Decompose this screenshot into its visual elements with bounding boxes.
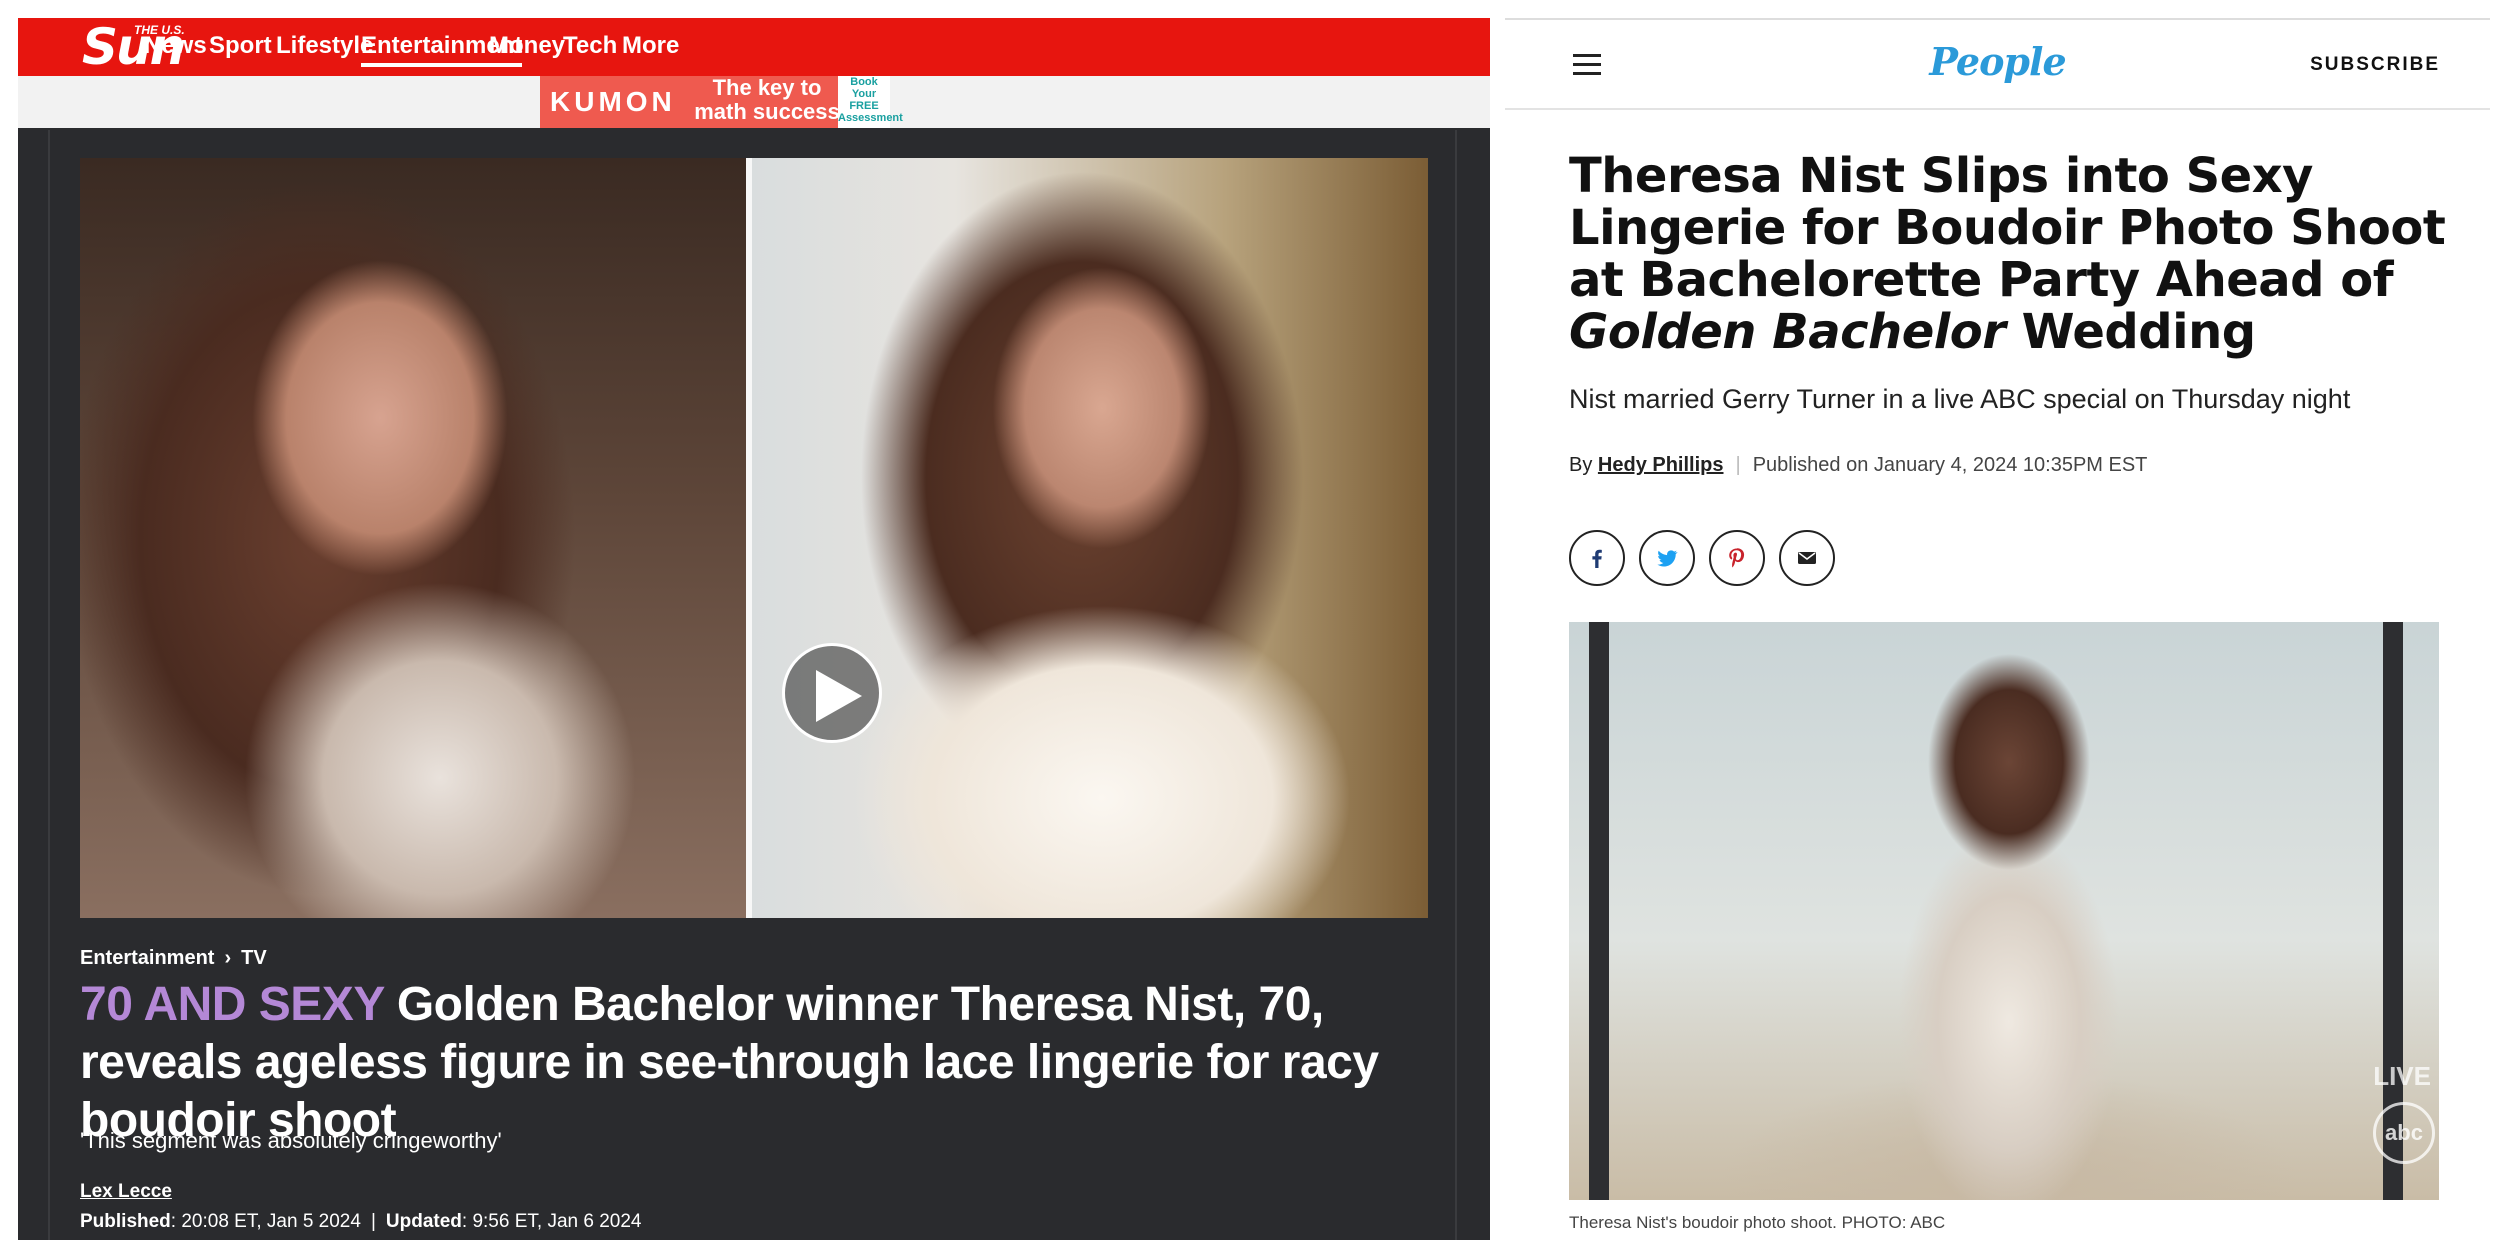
photo-frame-left — [1589, 622, 1609, 1200]
kumon-ad-banner[interactable]: KUMON The key to math success Book Your … — [540, 75, 903, 128]
share-email-button[interactable] — [1779, 530, 1835, 586]
author-link[interactable]: Lex Lecce — [80, 1180, 172, 1204]
breadcrumb: Entertainment › TV — [80, 946, 267, 970]
pinterest-icon — [1729, 548, 1745, 568]
nav-tech[interactable]: Tech — [563, 32, 617, 60]
video-frame-right — [752, 158, 1428, 918]
updated-label: Updated — [385, 1211, 462, 1232]
breadcrumb-entertainment[interactable]: Entertainment — [80, 947, 214, 969]
people-header: People SUBSCRIBE — [1505, 20, 2490, 110]
abc-logo: abc — [2373, 1102, 2435, 1164]
byline: By Hedy Phillips | Published on January 4,… — [1569, 452, 2147, 478]
ad-cta[interactable]: Book Your FREE Assessment — [838, 76, 903, 128]
article-headline: 70 AND SEXY Golden Bachelor winner There… — [80, 976, 1450, 1150]
photo-caption: Theresa Nist's boudoir photo shoot. PHOT… — [1569, 1213, 1946, 1232]
nav-money[interactable]: Money — [489, 32, 565, 60]
nav-sport[interactable]: Sport — [209, 32, 272, 60]
play-button[interactable] — [782, 643, 882, 743]
breadcrumb-tv[interactable]: TV — [241, 947, 267, 969]
date-separator: | — [370, 1211, 376, 1232]
email-icon — [1798, 552, 1816, 564]
headline-text-1: Theresa Nist Slips into Sexy Lingerie fo… — [1569, 148, 2446, 308]
headline-kicker: 70 AND SEXY — [80, 978, 384, 1031]
published-date: 20:08 ET, Jan 5 2024 — [181, 1211, 361, 1232]
published-label: Published — [80, 1211, 171, 1232]
article-photo[interactable]: LIVE abc — [1569, 622, 2439, 1200]
headline-text-2: Wedding — [2005, 304, 2257, 360]
article-dek: Nist married Gerry Turner in a live ABC … — [1569, 384, 2351, 414]
video-frame-left — [80, 158, 746, 918]
nav-lifestyle[interactable]: Lifestyle — [276, 32, 373, 60]
play-icon — [816, 670, 862, 722]
video-player[interactable] — [80, 158, 1428, 918]
author-link[interactable]: Hedy Phillips — [1598, 454, 1724, 476]
standfirst: 'This segment was absolutely cringeworth… — [80, 1128, 502, 1153]
subscribe-link[interactable]: SUBSCRIBE — [2310, 53, 2440, 77]
by-label: By — [1569, 454, 1593, 476]
nav-more[interactable]: More — [622, 32, 679, 60]
article-dates: Published: 20:08 ET, Jan 5 2024 | Updated:… — [80, 1211, 642, 1232]
updated-date: 9:56 ET, Jan 6 2024 — [472, 1211, 642, 1232]
people-article-panel: People SUBSCRIBE Theresa Nist Slips into… — [1505, 18, 2490, 1240]
published-date: Published on January 4, 2024 10:35PM EST — [1752, 454, 2148, 476]
byline-separator: | — [1735, 454, 1741, 476]
twitter-icon — [1657, 550, 1678, 567]
share-twitter-button[interactable] — [1639, 530, 1695, 586]
ad-brand: KUMON — [550, 86, 676, 117]
share-facebook-button[interactable] — [1569, 530, 1625, 586]
sun-article-panel: Sun THE U.S. News Sport Lifestyle Entert… — [18, 18, 1490, 1240]
article-headline: Theresa Nist Slips into Sexy Lingerie fo… — [1569, 150, 2449, 358]
sun-nav-bar: Sun THE U.S. News Sport Lifestyle Entert… — [18, 18, 1490, 76]
ad-tagline: The key to math success — [694, 75, 840, 124]
share-pinterest-button[interactable] — [1709, 530, 1765, 586]
live-badge: LIVE — [2373, 1061, 2431, 1091]
headline-italic-title: Golden Bachelor — [1569, 304, 2006, 360]
nav-news[interactable]: News — [144, 32, 207, 60]
facebook-icon — [1592, 549, 1602, 568]
ad-strip: KUMON The key to math success Book Your … — [18, 76, 1490, 128]
chevron-right-icon: › — [224, 947, 232, 969]
